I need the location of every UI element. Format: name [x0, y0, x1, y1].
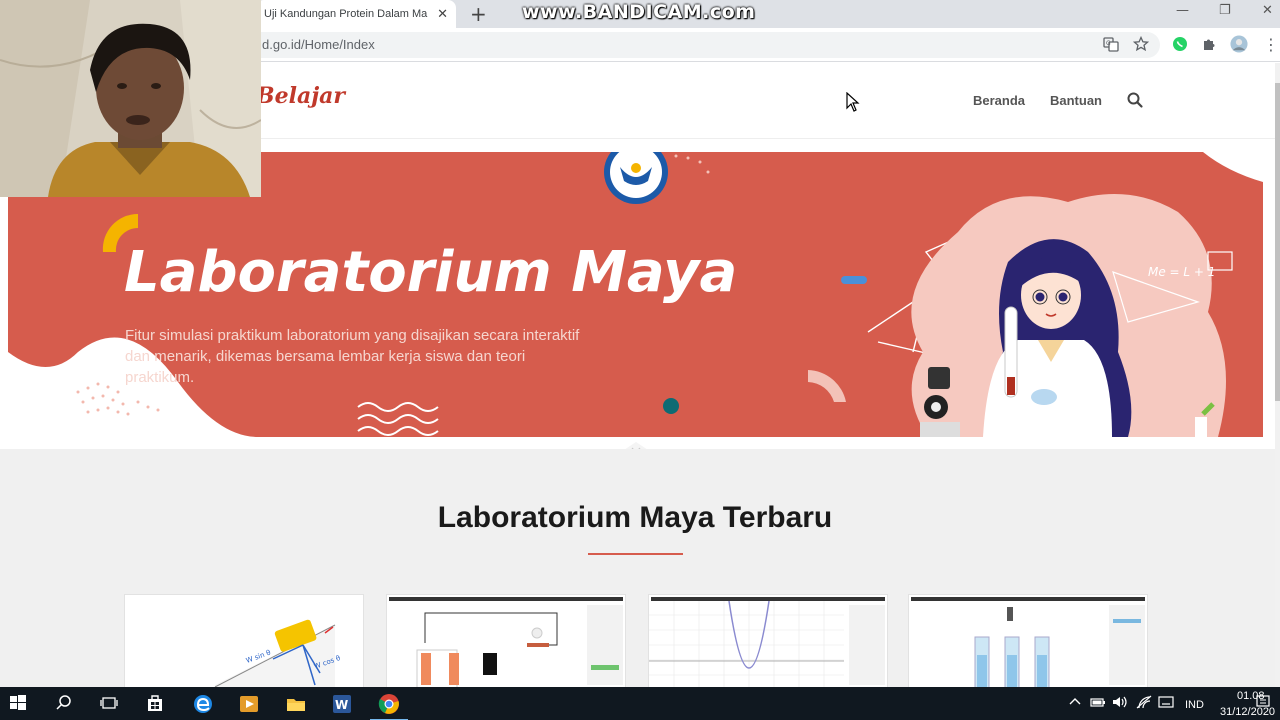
- star-icon[interactable]: [1132, 35, 1150, 53]
- nav-beranda[interactable]: Beranda: [973, 93, 1025, 108]
- recording-watermark: www.BANDICAM.com: [522, 1, 756, 23]
- browser-tab[interactable]: Uji Kandungan Protein Dalam Ma ✕: [256, 0, 456, 28]
- search-icon[interactable]: [54, 693, 76, 715]
- chevron-up-icon[interactable]: [1066, 693, 1088, 715]
- translate-icon[interactable]: G: [1102, 35, 1120, 53]
- page-scrollbar[interactable]: [1275, 63, 1280, 687]
- url-text[interactable]: d.go.id/Home/Index: [262, 37, 375, 52]
- scrollbar-thumb[interactable]: [1275, 83, 1280, 401]
- lab-card-parabola[interactable]: [648, 594, 888, 687]
- section-title: Laboratorium Maya Terbaru: [437, 501, 833, 534]
- search-icon[interactable]: [1126, 91, 1144, 109]
- mouse-cursor-icon: [846, 92, 860, 112]
- card-thumbnail-topbar: [651, 597, 885, 601]
- webcam-feed-image: [0, 0, 261, 197]
- nav-bantuan[interactable]: Bantuan: [1050, 93, 1102, 108]
- restore-button[interactable]: ❐: [1219, 3, 1231, 18]
- profile-avatar[interactable]: [1230, 35, 1248, 53]
- tab-close-icon[interactable]: ✕: [437, 6, 448, 22]
- puzzle-icon[interactable]: [1200, 35, 1218, 53]
- windows-taskbar: W IND 01.08 31/12/2020: [0, 687, 1280, 720]
- minimize-button[interactable]: —: [1176, 3, 1189, 18]
- site-logo[interactable]: Belajar: [256, 83, 345, 109]
- task-view-icon[interactable]: [99, 693, 121, 715]
- chrome-icon[interactable]: [370, 693, 408, 720]
- word-icon[interactable]: W: [331, 693, 353, 715]
- card-thumbnail-topbar: [911, 597, 1145, 601]
- edge-browser-icon[interactable]: [192, 693, 214, 715]
- language-indicator[interactable]: IND: [1185, 699, 1204, 711]
- notification-icon[interactable]: [1254, 693, 1276, 715]
- section-underline: [588, 553, 683, 555]
- volume-icon[interactable]: [1111, 693, 1133, 715]
- inclined-plane-thumbnail: W sin θ W cos θ: [214, 619, 341, 687]
- wifi-icon[interactable]: [1135, 693, 1157, 715]
- parabola-thumbnail: [649, 600, 885, 687]
- banner-description: Fitur simulasi praktikum laboratorium ya…: [125, 327, 580, 386]
- svg-text:G: G: [1106, 40, 1111, 47]
- media-player-icon[interactable]: [238, 693, 260, 715]
- browser-menu-icon[interactable]: ⋮: [1262, 35, 1280, 54]
- banner-title: Laboratorium Maya: [124, 240, 738, 305]
- battery-icon[interactable]: [1089, 693, 1111, 715]
- lab-card-inclined-plane[interactable]: W sin θ W cos θ: [124, 594, 364, 687]
- keyboard-icon[interactable]: [1157, 693, 1179, 715]
- file-explorer-icon[interactable]: [285, 693, 307, 715]
- screen: Uji Kandungan Protein Dalam Ma ✕ + www.B…: [0, 0, 1280, 720]
- formula-text: Me = L + 1: [1148, 265, 1215, 279]
- lab-card-test-tubes[interactable]: [908, 594, 1148, 687]
- latest-labs-section: Laboratorium Maya Terbaru W sin θ W cos …: [0, 449, 1276, 687]
- close-window-button[interactable]: ✕: [1262, 3, 1273, 18]
- lab-card-electric-circuit[interactable]: [386, 594, 626, 687]
- svg-text:W: W: [335, 698, 348, 712]
- circuit-thumbnail: [416, 605, 623, 687]
- tab-title: Uji Kandungan Protein Dalam Ma: [264, 8, 428, 20]
- new-tab-button[interactable]: +: [470, 2, 487, 26]
- test-tubes-thumbnail: [974, 605, 1145, 687]
- whatsapp-icon[interactable]: [1171, 35, 1189, 53]
- webcam-overlay: [0, 0, 261, 197]
- card-thumbnail-topbar: [389, 597, 623, 601]
- windows-start-icon[interactable]: [8, 693, 30, 715]
- store-icon[interactable]: [145, 693, 167, 715]
